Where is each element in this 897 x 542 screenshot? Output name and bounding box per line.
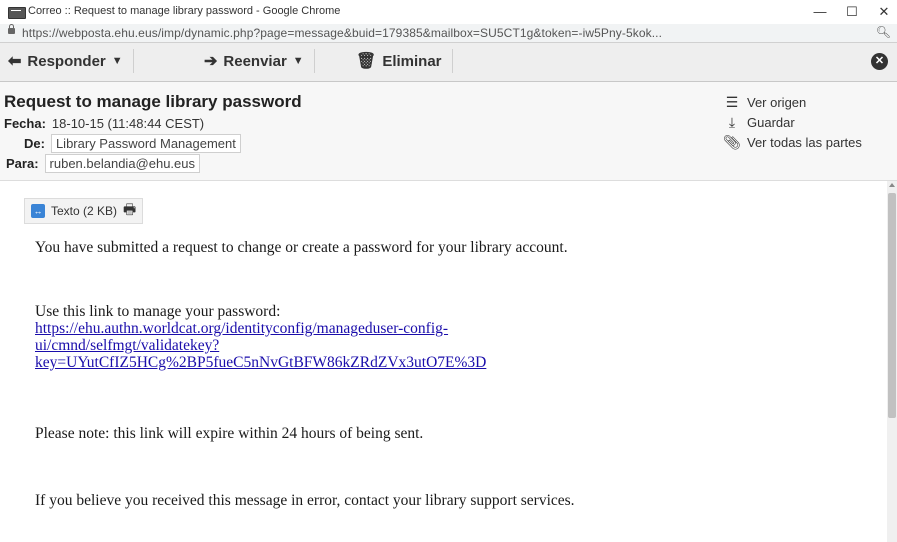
- delete-button[interactable]: 🗑︎ Eliminar: [356, 49, 453, 73]
- lock-icon: [8, 24, 15, 34]
- from-address[interactable]: Library Password Management: [50, 134, 241, 153]
- minimize-button[interactable]: —: [810, 2, 830, 22]
- view-all-parts-link[interactable]: 📎︎ Ver todas las partes: [723, 132, 862, 152]
- zoom-icon[interactable]: 🔍︎: [876, 25, 891, 39]
- paragraph-link-intro: Use this link to manage your password:: [35, 303, 281, 320]
- url-text[interactable]: https://webposta.ehu.eus/imp/dynamic.php…: [22, 26, 662, 40]
- save-label: Guardar: [747, 114, 795, 130]
- part-toggle-icon: ↔: [31, 204, 45, 218]
- maximize-button[interactable]: ☐: [842, 2, 862, 22]
- view-source-link[interactable]: ☰ Ver origen: [723, 92, 862, 112]
- view-all-parts-label: Ver todas las partes: [747, 134, 862, 150]
- reply-arrow-icon: ⬅: [8, 53, 22, 70]
- scroll-thumb[interactable]: [888, 193, 896, 418]
- paperclip-icon: 📎︎: [723, 133, 741, 150]
- save-link[interactable]: ⤓ Guardar: [723, 112, 862, 132]
- text-part-button[interactable]: ↔ Texto (2 KB) 🖶︎: [24, 198, 144, 224]
- from-label: De:: [24, 136, 45, 151]
- mail-icon: [8, 7, 26, 19]
- list-icon: ☰: [725, 93, 739, 110]
- view-source-label: Ver origen: [747, 94, 807, 110]
- forward-label: Reenviar: [223, 52, 287, 70]
- header-actions: ☰ Ver origen ⤓ Guardar 📎︎ Ver todas las …: [723, 92, 862, 152]
- scroll-up-icon[interactable]: [889, 183, 895, 187]
- date-row: Fecha: 18-10-15 (11:48:44 CEST): [4, 116, 204, 131]
- password-link-line-3[interactable]: key=UYutCfIZ5HCg%2BP5fueC5nNvGtBFW86kZRd…: [35, 354, 486, 372]
- date-label: Fecha:: [4, 116, 46, 131]
- message-body: ↔ Texto (2 KB) 🖶︎ You have submitted a r…: [0, 181, 887, 542]
- chevron-down-icon[interactable]: ▼: [293, 55, 304, 67]
- address-bar[interactable]: https://webposta.ehu.eus/imp/dynamic.php…: [0, 24, 897, 43]
- printer-icon[interactable]: 🖶︎: [123, 199, 136, 223]
- password-link-line-1[interactable]: https://ehu.authn.worldcat.org/identityc…: [35, 320, 448, 338]
- message-subject: Request to manage library password: [4, 92, 302, 111]
- password-link-line-2[interactable]: ui/cmnd/selfmgt/validatekey?: [35, 337, 219, 355]
- from-row: De: Library Password Management: [24, 134, 241, 153]
- to-address[interactable]: ruben.belandia@ehu.eus: [44, 154, 201, 173]
- body-scrollbar[interactable]: [887, 181, 897, 542]
- paragraph-error-note: If you believe you received this message…: [35, 492, 575, 509]
- window-title: Correo :: Request to manage library pass…: [28, 5, 341, 17]
- chevron-down-icon[interactable]: ▼: [112, 55, 123, 67]
- close-window-button[interactable]: ✕: [874, 2, 894, 22]
- forward-button[interactable]: ➔ Reenviar ▼: [204, 49, 315, 73]
- message-header: Request to manage library password Fecha…: [0, 82, 897, 181]
- delete-label: Eliminar: [382, 52, 442, 70]
- reply-button[interactable]: ⬅ Responder ▼: [8, 49, 134, 73]
- paragraph-expiry: Please note: this link will expire withi…: [35, 425, 424, 442]
- download-icon: ⤓: [728, 113, 736, 130]
- to-row: Para: ruben.belandia@ehu.eus: [6, 154, 201, 173]
- part-label: Texto (2 KB): [51, 204, 118, 218]
- paragraph-request: You have submitted a request to change o…: [35, 239, 568, 256]
- reply-label: Responder: [27, 52, 106, 70]
- window-title-bar: Correo :: Request to manage library pass…: [0, 0, 897, 24]
- close-message-icon[interactable]: ✕: [871, 53, 888, 70]
- forward-arrow-icon: ➔: [204, 53, 218, 70]
- date-value: 18-10-15 (11:48:44 CEST): [51, 116, 205, 131]
- trash-icon: 🗑︎: [356, 53, 377, 70]
- message-toolbar: ⬅ Responder ▼ ➔ Reenviar ▼ 🗑︎ Eliminar ✕: [0, 43, 897, 82]
- to-label: Para:: [6, 156, 39, 171]
